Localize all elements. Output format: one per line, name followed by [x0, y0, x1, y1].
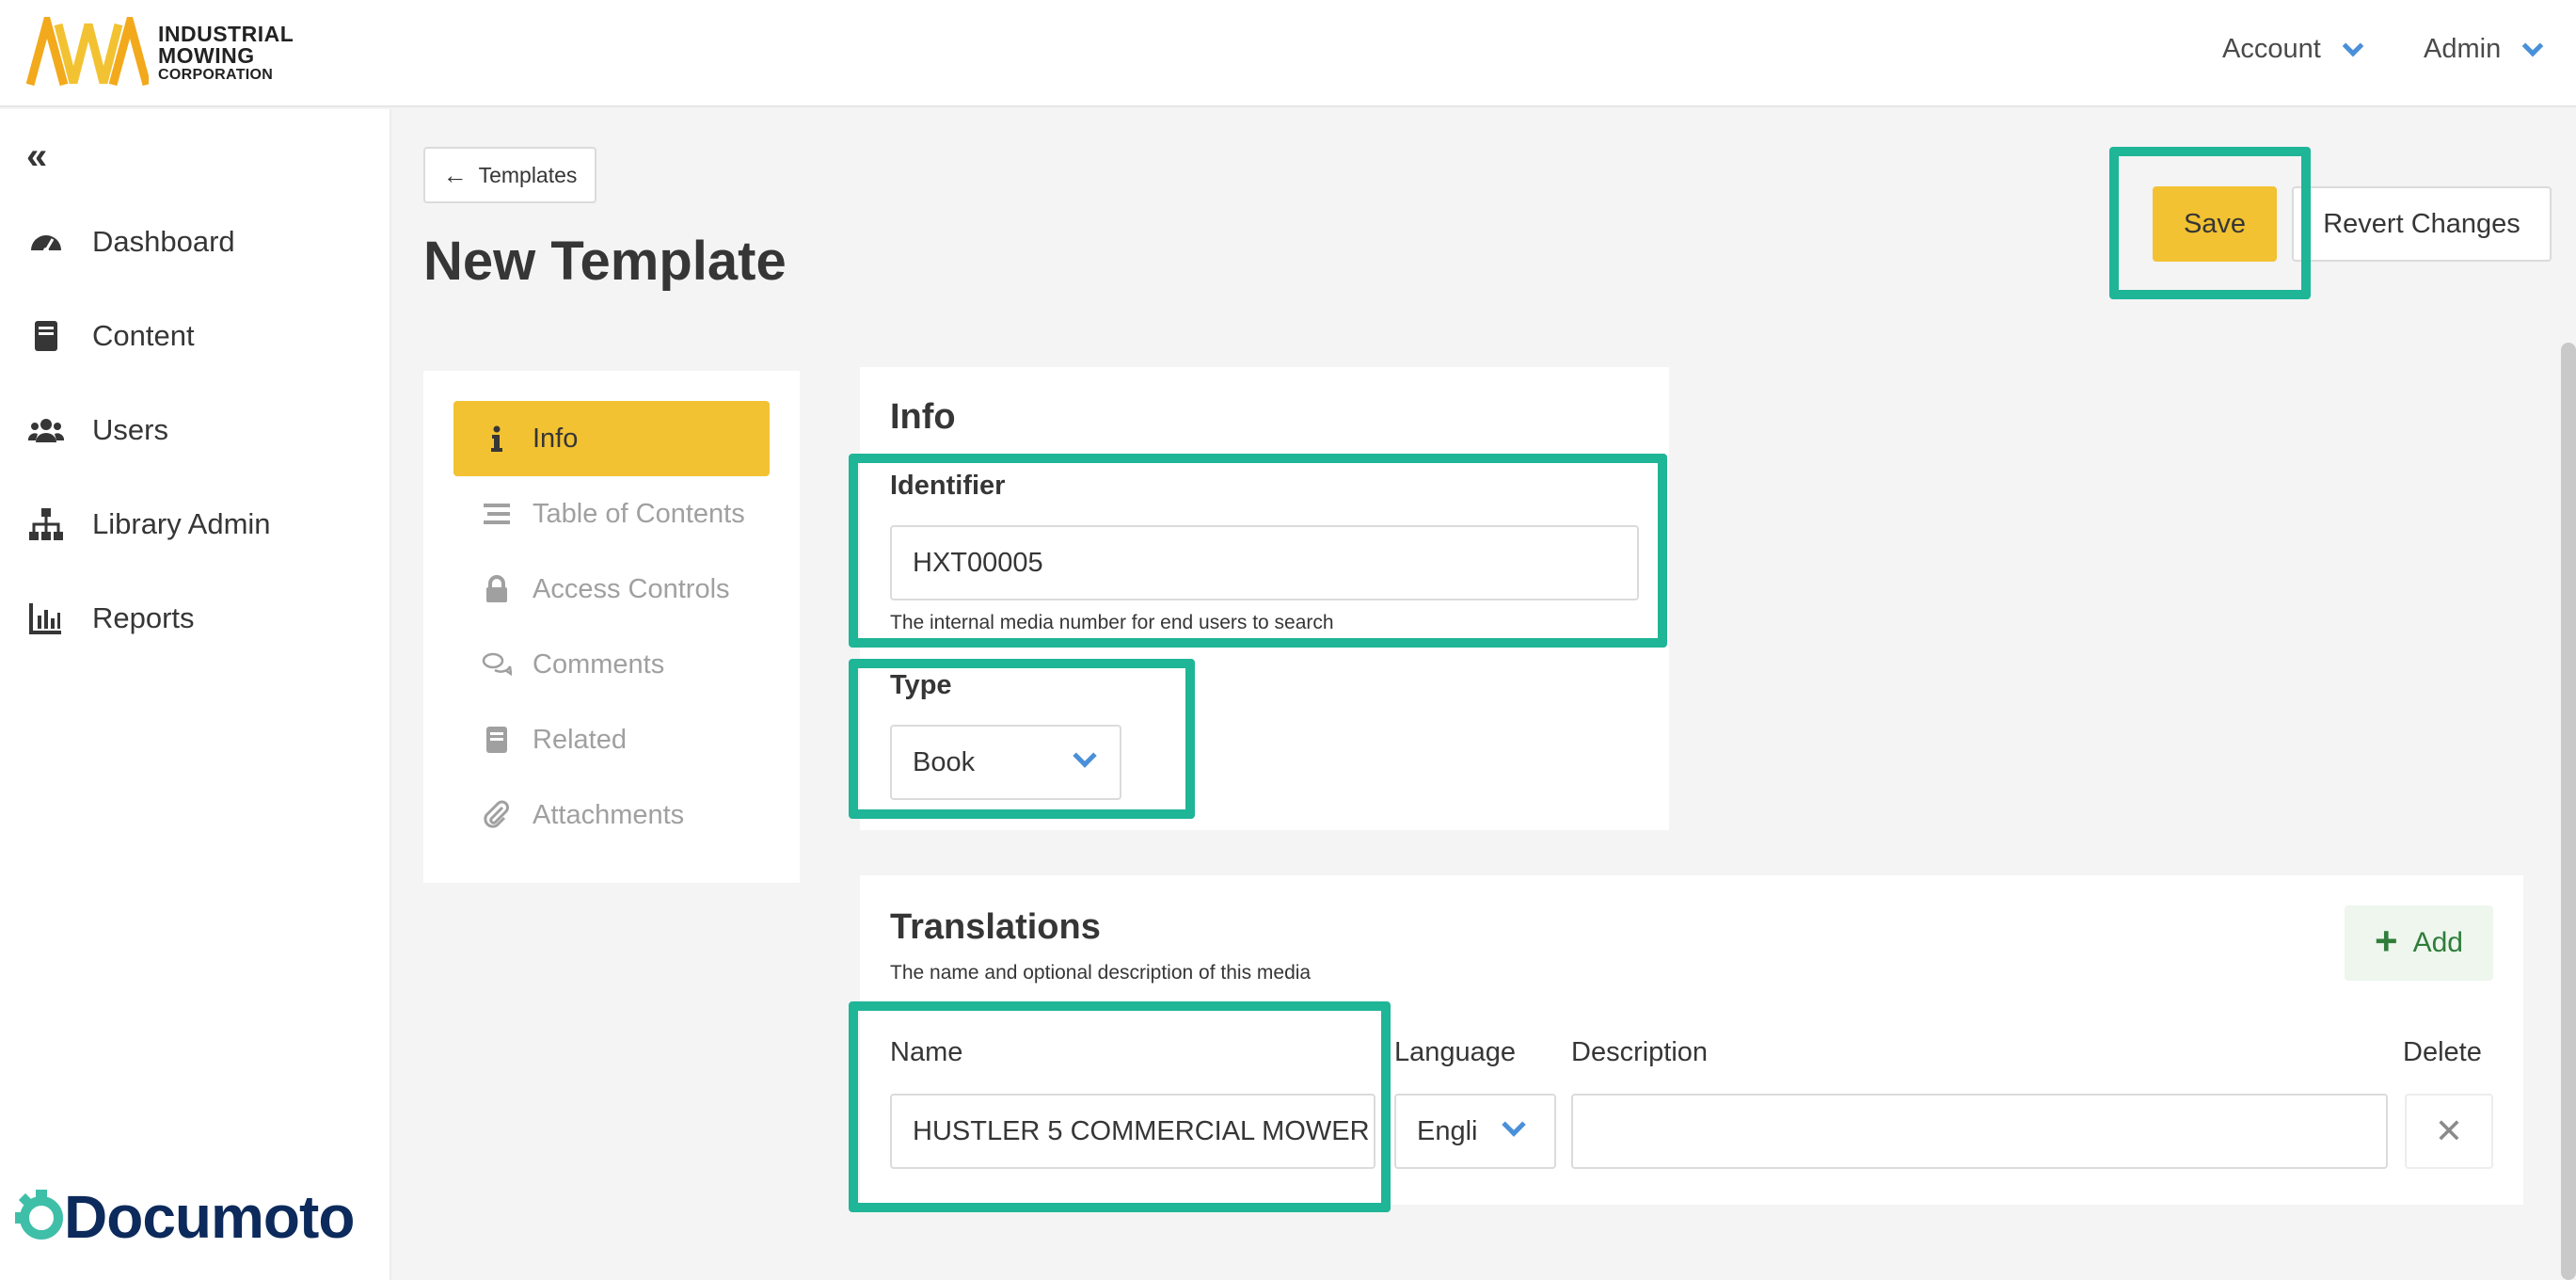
sidebar-item-label: Reports — [92, 601, 195, 634]
identifier-input[interactable]: HXT00005 — [890, 525, 1639, 600]
dashboard-icon — [31, 235, 61, 253]
tab-related[interactable]: Related — [453, 702, 770, 777]
type-label: Type — [890, 670, 952, 700]
delete-column-label: Delete — [2403, 1037, 2482, 1067]
logo-line-3: CORPORATION — [158, 66, 274, 83]
type-select[interactable]: Book — [890, 725, 1121, 800]
paperclip-icon — [484, 800, 509, 828]
logo-text: INDUSTRIAL MOWING CORPORATION — [158, 21, 294, 83]
sidebar-item-label: Dashboard — [92, 225, 235, 258]
documoto-brand: Documoto — [13, 1182, 355, 1252]
users-icon — [28, 419, 64, 442]
account-label: Account — [2222, 34, 2321, 64]
tab-info[interactable]: Info — [453, 401, 770, 476]
admin-label: Admin — [2424, 34, 2502, 64]
language-column-label: Language — [1394, 1037, 1517, 1067]
chevron-down-icon — [2521, 35, 2544, 56]
tab-table-of-contents[interactable]: Table of Contents — [453, 476, 770, 552]
gear-icon — [15, 1190, 63, 1240]
back-label: Templates — [478, 162, 578, 187]
chevron-down-icon — [2342, 35, 2364, 56]
tab-label: Attachments — [533, 799, 685, 830]
sidebar-item-label: Content — [92, 319, 195, 352]
page-title: New Template — [423, 231, 787, 292]
logo-line-2: MOWING — [158, 42, 255, 68]
type-value: Book — [913, 746, 976, 777]
book-icon — [35, 321, 57, 351]
sidebar-item-library-admin[interactable]: Library Admin — [28, 506, 271, 542]
chart-icon — [29, 603, 61, 634]
back-to-templates-button[interactable]: ← Templates — [423, 147, 596, 203]
book-icon — [486, 727, 507, 753]
lock-icon — [486, 575, 507, 602]
translation-description-input[interactable] — [1571, 1094, 2388, 1169]
translations-card: Translations The name and optional descr… — [860, 875, 2523, 1205]
list-icon — [484, 504, 510, 524]
description-column-label: Description — [1571, 1037, 1709, 1067]
arrow-left-icon: ← — [442, 160, 468, 189]
revert-changes-button[interactable]: Revert Changes — [2292, 186, 2552, 262]
translations-title: Translations — [890, 907, 1101, 947]
brand-name: Documoto — [64, 1183, 355, 1251]
tab-access-controls[interactable]: Access Controls — [453, 552, 770, 627]
account-menu[interactable]: Account — [2222, 34, 2364, 65]
sidebar-item-label: Library Admin — [92, 507, 271, 540]
collapse-sidebar-icon[interactable]: « — [26, 136, 47, 178]
translation-name-input[interactable]: HUSTLER 5 COMMERCIAL MOWER — [890, 1094, 1375, 1169]
identifier-label: Identifier — [890, 471, 1006, 501]
sidebar: « Dashboard Content Users Library Admin … — [0, 109, 391, 1280]
logo-mark-icon — [26, 17, 149, 87]
add-label: Add — [2412, 927, 2463, 958]
sidebar-item-label: Users — [92, 413, 168, 446]
delete-translation-button[interactable]: ✕ — [2405, 1094, 2493, 1169]
name-column-label: Name — [890, 1037, 963, 1067]
language-value: Engli — [1417, 1115, 1478, 1146]
translation-language-select[interactable]: Engli — [1394, 1094, 1556, 1169]
add-translation-button[interactable]: + Add — [2345, 905, 2493, 981]
tab-label: Comments — [533, 648, 665, 680]
sidebar-item-reports[interactable]: Reports — [28, 600, 195, 636]
chevron-down-icon — [1073, 744, 1097, 768]
tab-label: Access Controls — [533, 573, 730, 604]
page-scrollbar[interactable] — [2561, 343, 2576, 1280]
info-icon — [491, 425, 502, 452]
tab-comments[interactable]: Comments — [453, 627, 770, 702]
close-icon: ✕ — [2434, 1112, 2464, 1150]
tab-label: Table of Contents — [533, 498, 745, 529]
save-button[interactable]: Save — [2153, 186, 2277, 262]
template-tabs: Info Table of Contents Access Controls C… — [423, 371, 800, 883]
top-bar: INDUSTRIAL MOWING CORPORATION Account Ad… — [0, 0, 2576, 107]
chevron-down-icon — [1502, 1112, 1526, 1137]
logo-line-1: INDUSTRIAL — [158, 21, 294, 46]
translations-subtitle: The name and optional description of thi… — [890, 962, 1312, 984]
admin-menu[interactable]: Admin — [2424, 34, 2544, 65]
tab-label: Info — [533, 423, 579, 454]
info-title: Info — [890, 397, 956, 437]
comments-icon — [482, 652, 512, 677]
sidebar-item-dashboard[interactable]: Dashboard — [28, 224, 235, 260]
company-logo[interactable]: INDUSTRIAL MOWING CORPORATION — [26, 17, 294, 88]
identifier-help-text: The internal media number for end users … — [890, 612, 1334, 633]
tab-attachments[interactable]: Attachments — [453, 777, 770, 853]
sidebar-item-users[interactable]: Users — [28, 412, 168, 448]
sidebar-item-content[interactable]: Content — [28, 318, 195, 354]
plus-icon: + — [2375, 919, 2398, 963]
sitemap-icon — [29, 508, 63, 540]
info-card: Info Identifier HXT00005 The internal me… — [860, 367, 1669, 830]
tab-label: Related — [533, 724, 627, 755]
